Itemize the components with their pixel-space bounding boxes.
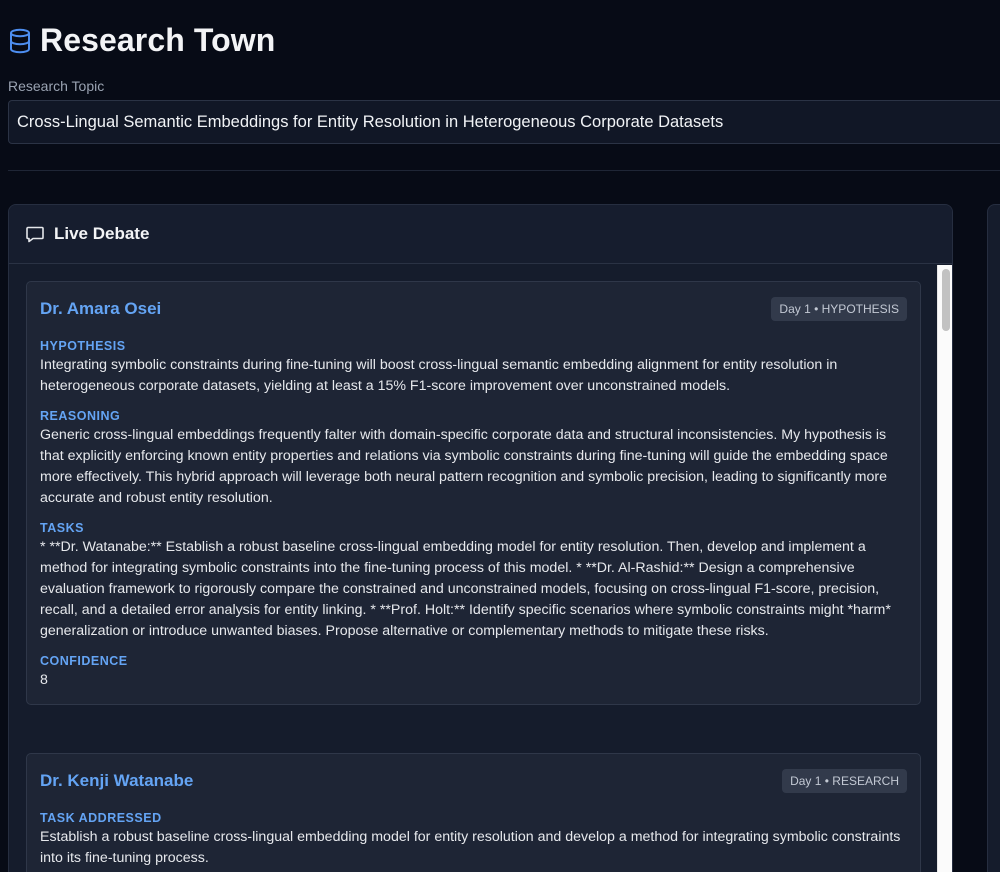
section-divider (8, 170, 1000, 171)
app-title: Research Town (40, 22, 276, 58)
debate-card: Dr. Kenji Watanabe Day 1 • RESEARCH TASK… (26, 753, 921, 872)
live-debate-panel: Live Debate Dr. Amara Osei Day 1 • HYPOT… (8, 204, 953, 872)
section-label: HYPOTHESIS (40, 339, 126, 353)
hypothesis-section: HYPOTHESIS Integrating symbolic constrai… (40, 338, 907, 397)
live-debate-header: Live Debate (9, 205, 952, 264)
research-topic-label: Research Topic (8, 78, 105, 94)
secondary-panel (987, 204, 1000, 872)
section-text: Generic cross-lingual embeddings frequen… (40, 427, 888, 506)
database-icon (8, 28, 32, 54)
debate-feed[interactable]: Dr. Amara Osei Day 1 • HYPOTHESIS HYPOTH… (9, 265, 937, 872)
section-label: TASK ADDRESSED (40, 811, 162, 825)
phase-badge: Day 1 • RESEARCH (782, 769, 907, 793)
scrollbar-thumb[interactable] (942, 269, 950, 331)
section-label: REASONING (40, 409, 121, 423)
reasoning-section: REASONING Generic cross-lingual embeddin… (40, 408, 907, 509)
agent-name: Dr. Kenji Watanabe (40, 771, 194, 790)
section-label: TASKS (40, 521, 84, 535)
task-addressed-section: TASK ADDRESSED Establish a robust baseli… (40, 810, 907, 869)
section-text: Integrating symbolic constraints during … (40, 357, 838, 394)
section-text: 8 (40, 672, 48, 688)
tasks-section: TASKS * **Dr. Watanabe:** Establish a ro… (40, 520, 907, 642)
section-text: * **Dr. Watanabe:** Establish a robust b… (40, 539, 891, 639)
section-text: Establish a robust baseline cross-lingua… (40, 829, 901, 866)
agent-name: Dr. Amara Osei (40, 299, 162, 318)
phase-badge: Day 1 • HYPOTHESIS (771, 297, 907, 321)
app-header: Research Town (8, 22, 275, 59)
live-debate-title: Live Debate (54, 224, 150, 243)
chat-bubble-icon (25, 224, 45, 244)
debate-card: Dr. Amara Osei Day 1 • HYPOTHESIS HYPOTH… (26, 281, 921, 705)
app-root: Research Town Research Topic Live Debate… (0, 0, 1000, 872)
debate-scrollbar[interactable] (937, 265, 952, 872)
confidence-section: CONFIDENCE 8 (40, 653, 907, 691)
research-topic-input[interactable] (8, 100, 1000, 144)
section-label: CONFIDENCE (40, 654, 128, 668)
